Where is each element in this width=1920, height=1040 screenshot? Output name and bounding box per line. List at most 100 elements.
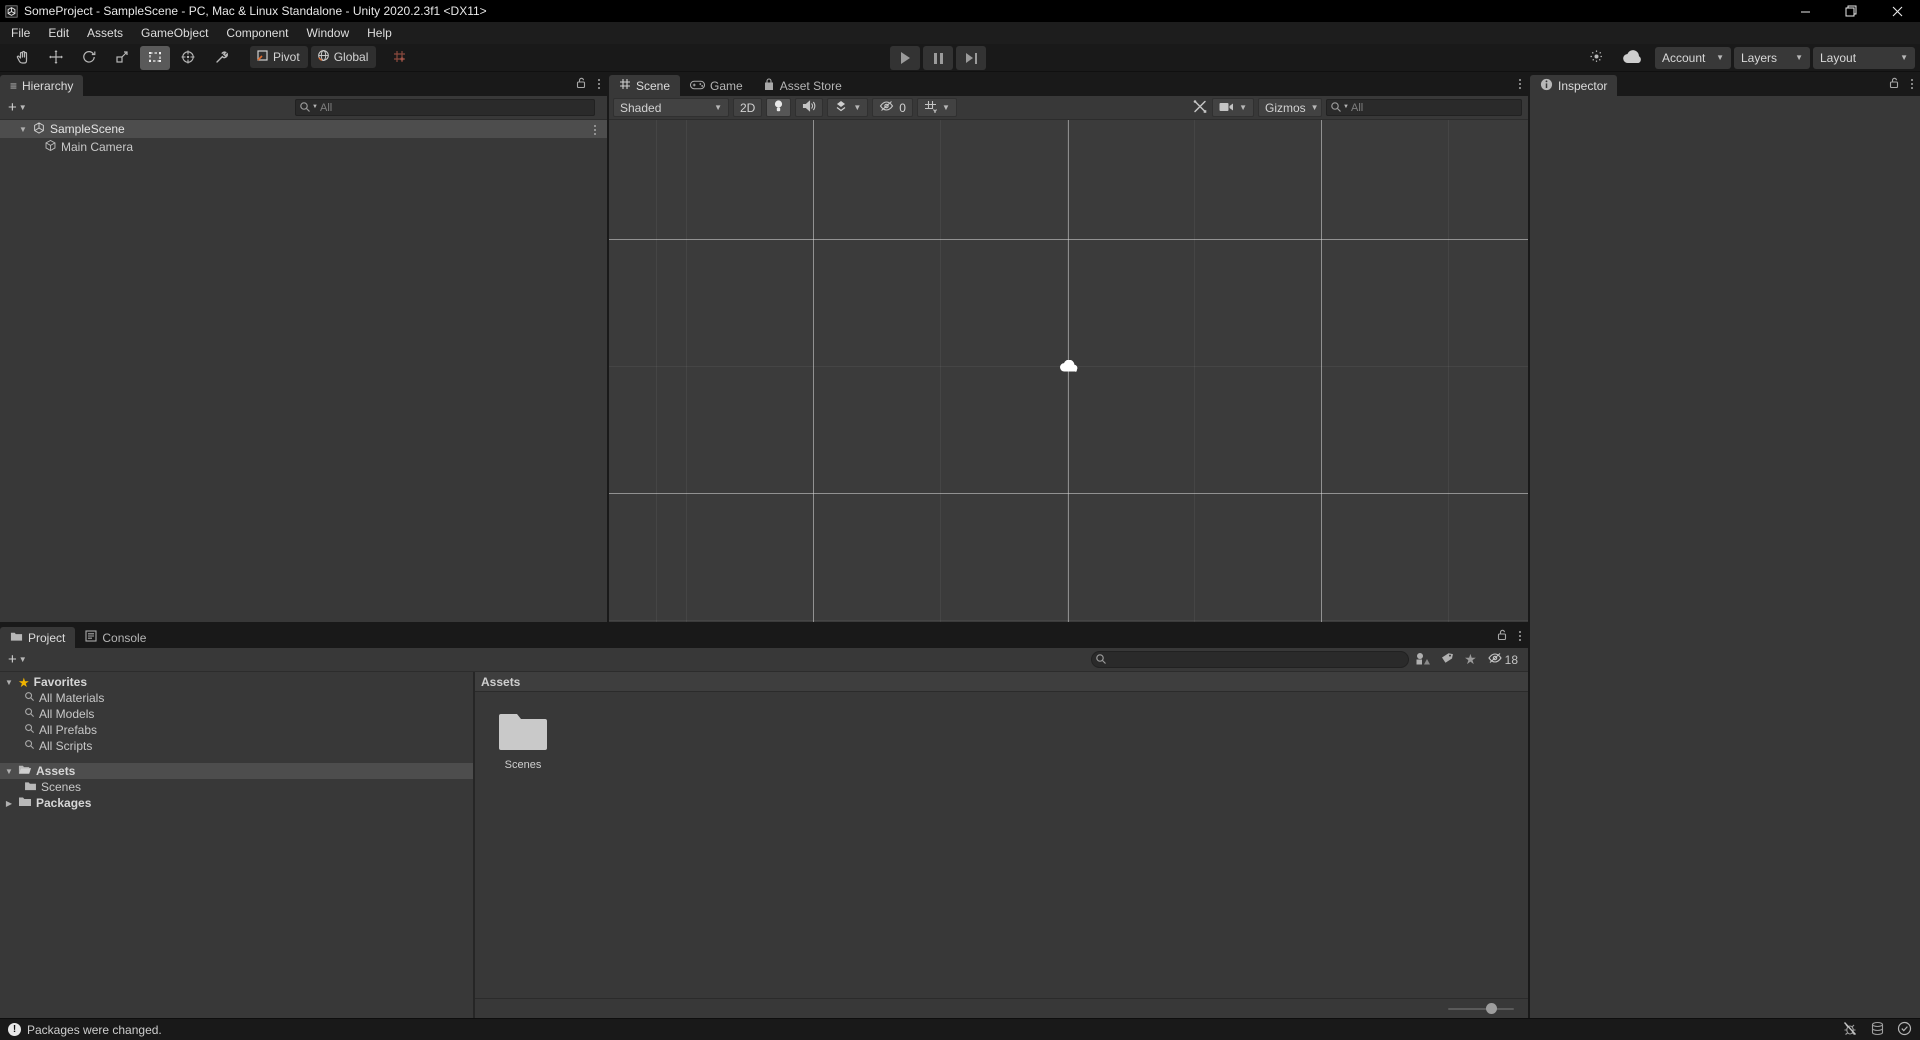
tab-scene[interactable]: Scene	[609, 75, 680, 96]
pivot-toggle-button[interactable]: Pivot	[250, 46, 308, 68]
panel-menu-icon[interactable]	[1516, 77, 1524, 91]
project-content: Assets Scenes	[475, 672, 1528, 1018]
tree-all-materials[interactable]: All Materials	[0, 690, 473, 706]
tree-all-scripts[interactable]: All Scripts	[0, 738, 473, 754]
progress-check-icon[interactable]	[1897, 1021, 1912, 1039]
menu-assets[interactable]: Assets	[78, 22, 132, 44]
asset-tile-scenes[interactable]: Scenes	[485, 708, 561, 771]
project-create-button[interactable]: +▼	[4, 652, 31, 667]
close-button[interactable]	[1874, 0, 1920, 22]
project-search-input[interactable]	[1091, 651, 1409, 668]
scene-effects-dropdown[interactable]: ▼	[827, 98, 868, 117]
pause-button[interactable]	[923, 46, 953, 70]
scene-visibility-toggle[interactable]: 0	[872, 98, 913, 117]
menu-file[interactable]: File	[2, 22, 39, 44]
hierarchy-search-input[interactable]	[295, 99, 595, 116]
foldout-closed-icon[interactable]: ▶	[4, 799, 14, 808]
scene-grid-dropdown[interactable]: ▼	[917, 98, 957, 117]
collab-button[interactable]	[1614, 46, 1652, 70]
scene-audio-toggle[interactable]	[795, 98, 823, 117]
minimize-button[interactable]	[1782, 0, 1828, 22]
layout-dropdown[interactable]: Layout▼	[1813, 47, 1915, 69]
tab-game[interactable]: Game	[680, 75, 753, 96]
search-by-label-icon[interactable]	[1440, 652, 1454, 668]
panel-menu-icon[interactable]	[1908, 77, 1916, 91]
panel-menu-icon[interactable]	[1516, 629, 1524, 643]
hierarchy-icon: ≡	[10, 79, 17, 93]
favorites-star-icon[interactable]: ★	[1464, 651, 1477, 668]
tree-assets[interactable]: ▼ Assets	[0, 763, 473, 779]
account-dropdown[interactable]: Account▼	[1655, 47, 1731, 69]
move-tool-button[interactable]	[41, 46, 71, 70]
layers-dropdown[interactable]: Layers▼	[1734, 47, 1810, 69]
tree-scenes[interactable]: Scenes	[0, 779, 473, 795]
grid-line	[609, 493, 1528, 494]
slider-knob[interactable]	[1486, 1003, 1497, 1014]
scene-camera-dropdown[interactable]: ▼	[1212, 98, 1254, 117]
menu-component[interactable]: Component	[217, 22, 297, 44]
tree-favorites[interactable]: ▼ ★ Favorites	[0, 674, 473, 690]
hierarchy-create-button[interactable]: +▼	[4, 100, 31, 115]
gizmos-dropdown[interactable]: Gizmos▼	[1258, 98, 1322, 117]
tab-project[interactable]: Project	[0, 627, 75, 648]
tab-console[interactable]: Console	[75, 627, 156, 648]
project-tree: ▼ ★ Favorites All Materials All Models A…	[0, 672, 473, 1018]
unity-scene-icon	[32, 121, 46, 138]
menu-gameobject[interactable]: GameObject	[132, 22, 217, 44]
scale-tool-button[interactable]	[107, 46, 137, 70]
custom-tool-button[interactable]	[206, 46, 236, 70]
panel-menu-icon[interactable]	[595, 77, 603, 91]
shading-mode-dropdown[interactable]: Shaded▼	[613, 98, 729, 117]
status-message[interactable]: Packages were changed.	[27, 1023, 162, 1037]
transform-tool-button[interactable]	[173, 46, 203, 70]
scene-search-input[interactable]	[1326, 99, 1522, 116]
search-by-type-icon[interactable]	[1415, 652, 1430, 668]
tree-packages[interactable]: ▶ Packages	[0, 795, 473, 811]
hierarchy-row-scene[interactable]: ▼ SampleScene	[0, 120, 607, 138]
step-button[interactable]	[956, 46, 986, 70]
grid-axis-icon	[924, 100, 937, 116]
hidden-packages-toggle[interactable]: 18	[1487, 652, 1518, 667]
tab-hierarchy[interactable]: ≡ Hierarchy	[0, 75, 83, 96]
tab-asset-store[interactable]: Asset Store	[753, 75, 852, 96]
rotate-tool-button[interactable]	[74, 46, 104, 70]
rect-tool-button[interactable]	[140, 46, 170, 70]
pause-icon	[934, 53, 943, 64]
tree-all-models[interactable]: All Models	[0, 706, 473, 722]
scene-options-icon[interactable]	[591, 123, 599, 137]
cache-server-icon[interactable]	[1870, 1021, 1885, 1039]
foldout-open-icon[interactable]: ▼	[4, 767, 14, 776]
foldout-open-icon[interactable]: ▼	[18, 125, 28, 134]
thumbnail-size-slider[interactable]	[1448, 1008, 1514, 1010]
play-button[interactable]	[890, 46, 920, 70]
status-info-icon[interactable]: !	[8, 1023, 21, 1036]
scene-lighting-toggle[interactable]	[766, 98, 791, 117]
foldout-open-icon[interactable]: ▼	[4, 678, 14, 687]
global-toggle-button[interactable]: Global	[311, 46, 377, 68]
progress-activity-button[interactable]	[1581, 46, 1611, 70]
hierarchy-row-main-camera[interactable]: Main Camera	[0, 138, 607, 156]
hand-tool-button[interactable]	[8, 46, 38, 70]
menu-edit[interactable]: Edit	[39, 22, 78, 44]
tab-inspector[interactable]: Inspector	[1530, 75, 1617, 96]
menu-help[interactable]: Help	[358, 22, 401, 44]
tree-item-label: All Materials	[39, 691, 104, 705]
lock-icon[interactable]	[1889, 77, 1900, 92]
layers-label: Layers	[1741, 51, 1777, 65]
lock-icon[interactable]	[1497, 629, 1508, 644]
asset-grid[interactable]: Scenes	[475, 692, 1528, 998]
grid-snapping-button[interactable]	[384, 46, 414, 70]
hierarchy-panel: ≡ Hierarchy +▼ ▼ ▼ SampleScene	[0, 72, 607, 622]
scene-search: ▼	[1326, 99, 1522, 116]
debugger-disabled-icon[interactable]	[1842, 1021, 1858, 1039]
2d-toggle-button[interactable]: 2D	[733, 98, 762, 117]
scene-canvas[interactable]	[609, 120, 1528, 622]
tree-all-prefabs[interactable]: All Prefabs	[0, 722, 473, 738]
favorites-label: Favorites	[34, 675, 87, 689]
menu-window[interactable]: Window	[297, 22, 358, 44]
tab-game-label: Game	[710, 79, 743, 93]
restore-button[interactable]	[1828, 0, 1874, 22]
tab-console-label: Console	[102, 631, 146, 645]
component-tools-icon[interactable]	[1192, 99, 1208, 117]
lock-icon[interactable]	[576, 77, 587, 92]
